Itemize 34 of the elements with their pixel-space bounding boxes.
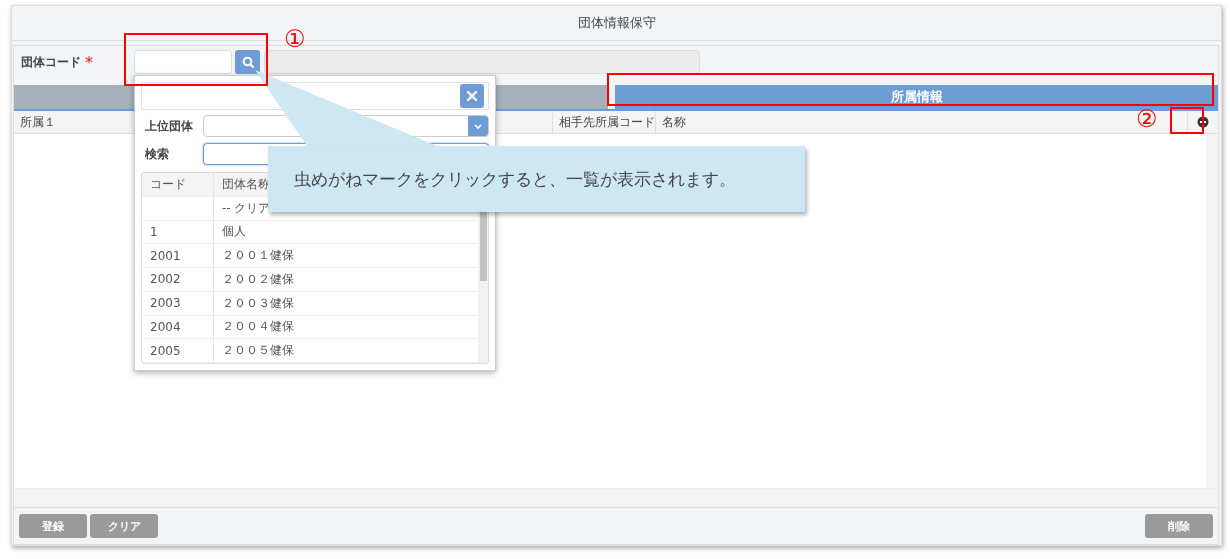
table-cell: 2002 — [142, 268, 214, 291]
list-row[interactable]: 2001 ２００１健保 — [142, 244, 478, 268]
annotation-number: ① — [284, 27, 306, 51]
field-label: 検索 — [144, 145, 170, 163]
required-mark: * — [85, 52, 93, 72]
table-cell-text: ２００３健保 — [221, 294, 295, 312]
table-cell: 2004 — [142, 315, 214, 339]
search-icon — [241, 56, 254, 68]
table-cell: 1 — [142, 220, 214, 244]
table-cell: 2005 — [142, 339, 214, 362]
list-row[interactable]: 2005 ２００５健保 — [142, 339, 478, 363]
field-label: 団体コード — [21, 53, 81, 71]
table-cell-text: ２００４健保 — [221, 318, 295, 336]
close-button[interactable] — [460, 84, 484, 108]
column-header: 相手先所属コード — [553, 111, 656, 133]
annotation-number: ② — [1136, 107, 1158, 131]
code-input[interactable] — [134, 50, 232, 74]
list-row[interactable]: 2004 ２００４健保 — [142, 315, 478, 340]
name-field[interactable] — [264, 50, 700, 74]
search-button[interactable] — [235, 50, 260, 74]
table-cell-text: ２００２健保 — [221, 270, 295, 288]
close-icon — [464, 88, 480, 104]
table-cell-text: 個人 — [221, 223, 247, 241]
caret-icon — [472, 121, 484, 131]
table-cell-text: ２００１健保 — [221, 247, 295, 265]
list-row[interactable]: 1 個人 — [142, 220, 478, 245]
table-cell: 2003 — [142, 291, 214, 315]
column-header: コード — [150, 175, 186, 193]
table-cell: 2001 — [142, 244, 214, 267]
plus-icon — [1197, 116, 1209, 128]
list-row[interactable]: 2003 ２００３健保 — [142, 291, 478, 316]
field-label: 上位団体 — [144, 117, 194, 135]
list-row[interactable]: 2002 ２００２健保 — [142, 268, 478, 292]
table-cell-text: ２００５健保 — [221, 342, 295, 360]
